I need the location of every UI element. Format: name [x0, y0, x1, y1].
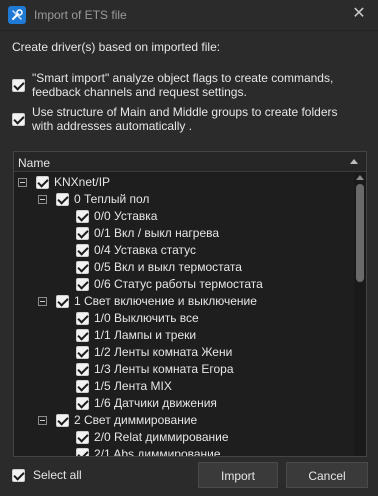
tree-item-label: 1 Свет включение и выключение: [74, 294, 257, 308]
tree-item-label: 0/5 Вкл и выкл термостата: [94, 260, 242, 274]
item-checkbox[interactable]: [76, 261, 89, 274]
smart-import-label: "Smart import" analyze object flags to c…: [32, 71, 334, 99]
option-smart-import[interactable]: "Smart import" analyze object flags to c…: [12, 71, 368, 101]
item-checkbox[interactable]: [76, 397, 89, 410]
select-all-label: Select all: [33, 468, 82, 482]
item-checkbox[interactable]: [76, 431, 89, 444]
tree-item-label: 2 Свет диммирование: [74, 413, 198, 427]
tree-item-label: 2/1 Abs диммирование: [94, 447, 221, 456]
item-checkbox[interactable]: [76, 227, 89, 240]
item-checkbox[interactable]: [76, 363, 89, 376]
column-header-name[interactable]: Name: [18, 156, 50, 170]
item-checkbox[interactable]: [76, 380, 89, 393]
tree-panel: Name KNXnet/IP 0 Теплый пол 0/0 Уставка …: [13, 151, 367, 457]
tree-item-label: 1/6 Датчики движения: [94, 396, 217, 410]
group-checkbox[interactable]: [56, 295, 69, 308]
use-structure-label: Use structure of Main and Middle groups …: [32, 105, 338, 133]
tree-item-label: 2/0 Relat диммирование: [94, 430, 229, 444]
item-checkbox[interactable]: [76, 346, 89, 359]
collapse-toggle-icon[interactable]: [38, 195, 47, 204]
tree-item-label: 1/2 Ленты комната Жени: [94, 345, 233, 359]
vertical-scrollbar[interactable]: [354, 172, 366, 456]
title-bar: Import of ETS file ✕: [0, 0, 378, 31]
select-all-checkbox[interactable]: [12, 469, 25, 482]
item-checkbox[interactable]: [76, 448, 89, 456]
sort-ascending-icon: [350, 159, 358, 164]
cancel-button[interactable]: Cancel: [286, 462, 368, 488]
tree-view: KNXnet/IP 0 Теплый пол 0/0 Уставка 0/1 В…: [14, 172, 354, 456]
tree-item-label: 1/1 Лампы и треки: [94, 328, 197, 342]
collapse-toggle-icon[interactable]: [18, 178, 27, 187]
item-checkbox[interactable]: [76, 329, 89, 342]
tree-item-label: 1/3 Ленты комната Егора: [94, 362, 234, 376]
item-checkbox[interactable]: [76, 244, 89, 257]
group-checkbox[interactable]: [56, 414, 69, 427]
tree-item-label: 0/4 Уставка статус: [94, 243, 197, 257]
group-checkbox[interactable]: [56, 193, 69, 206]
import-button[interactable]: Import: [198, 462, 278, 488]
tree-item-label: 1/5 Лента MIX: [94, 379, 172, 393]
tree-item-label: 0/6 Статус работы термостата: [94, 277, 263, 291]
tree-header[interactable]: Name: [14, 152, 366, 172]
use-structure-checkbox[interactable]: [12, 113, 25, 126]
tools-icon: [8, 6, 26, 24]
tree-item-label: 0/1 Вкл / выкл нагрева: [94, 226, 220, 240]
tree-item-label: 0 Теплый пол: [74, 192, 150, 206]
root-checkbox[interactable]: [36, 176, 49, 189]
smart-import-checkbox[interactable]: [12, 79, 25, 92]
tree-item-label: 1/0 Выключить все: [94, 311, 199, 325]
window-title: Import of ETS file: [34, 8, 127, 22]
close-icon[interactable]: ✕: [348, 3, 370, 25]
collapse-toggle-icon[interactable]: [38, 416, 47, 425]
scroll-thumb[interactable]: [356, 184, 364, 282]
item-checkbox[interactable]: [76, 312, 89, 325]
option-use-structure[interactable]: Use structure of Main and Middle groups …: [12, 105, 368, 135]
tree-item-label: 0/0 Уставка: [94, 209, 158, 223]
collapse-toggle-icon[interactable]: [38, 297, 47, 306]
item-checkbox[interactable]: [76, 278, 89, 291]
tree-item-label: KNXnet/IP: [54, 175, 111, 189]
item-checkbox[interactable]: [76, 210, 89, 223]
scroll-up-icon[interactable]: [356, 175, 364, 180]
section-label: Create driver(s) based on imported file:: [12, 40, 221, 54]
